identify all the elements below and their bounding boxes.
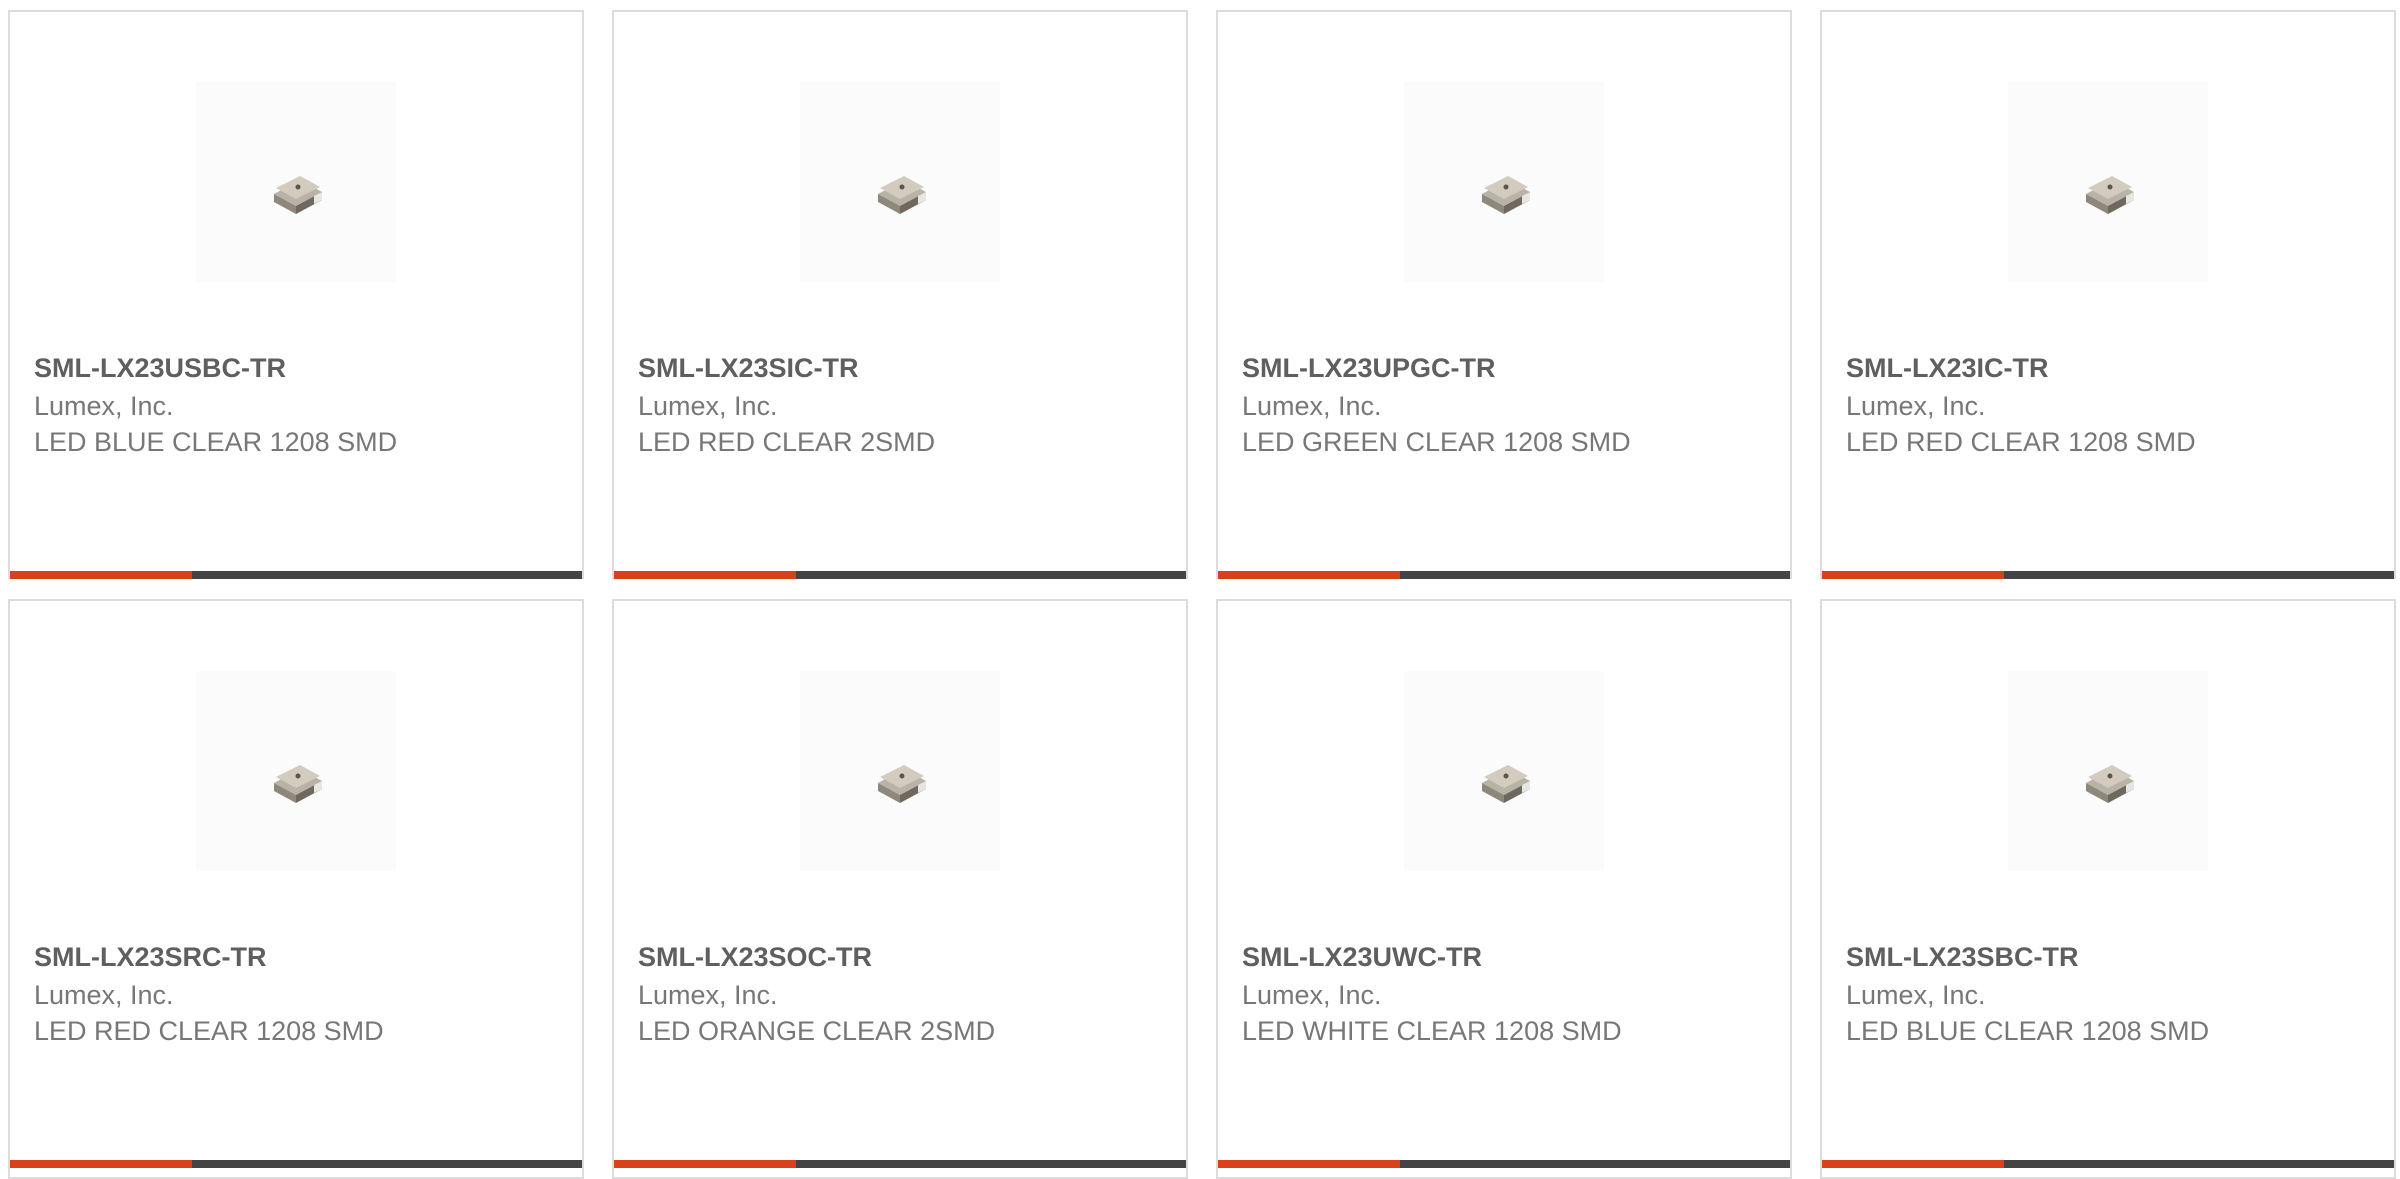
description: LED BLUE CLEAR 1208 SMD — [34, 427, 398, 457]
card-footer-accent — [1218, 571, 1400, 579]
product-card[interactable]: SML-LX23SRC-TR Lumex, Inc. LED RED CLEAR… — [8, 599, 584, 1179]
smd-led-icon — [274, 765, 322, 803]
smd-led-icon — [2086, 765, 2134, 803]
part-number[interactable]: SML-LX23SOC-TR — [638, 942, 872, 973]
manufacturer: Lumex, Inc. — [1846, 391, 1986, 421]
card-footer-bar — [1822, 571, 2394, 579]
description: LED GREEN CLEAR 1208 SMD — [1242, 427, 1631, 457]
description: LED ORANGE CLEAR 2SMD — [638, 1016, 996, 1046]
product-image[interactable] — [196, 671, 396, 871]
product-image[interactable] — [196, 82, 396, 282]
product-image[interactable] — [2008, 671, 2208, 871]
description: LED RED CLEAR 1208 SMD — [34, 1016, 384, 1046]
manufacturer: Lumex, Inc. — [34, 980, 174, 1010]
card-footer-accent — [1822, 571, 2004, 579]
product-grid: SML-LX23USBC-TR Lumex, Inc. LED BLUE CLE… — [0, 0, 2400, 1179]
manufacturer: Lumex, Inc. — [1242, 980, 1382, 1010]
smd-led-icon — [1482, 765, 1530, 803]
description: LED RED CLEAR 1208 SMD — [1846, 427, 2196, 457]
product-card[interactable]: SML-LX23USBC-TR Lumex, Inc. LED BLUE CLE… — [8, 10, 584, 579]
card-footer-bar — [614, 571, 1186, 579]
smd-led-icon — [2086, 176, 2134, 214]
product-card[interactable]: SML-LX23UWC-TR Lumex, Inc. LED WHITE CLE… — [1216, 599, 1792, 1179]
manufacturer: Lumex, Inc. — [1242, 391, 1382, 421]
product-image[interactable] — [1404, 82, 1604, 282]
product-card[interactable]: SML-LX23SBC-TR Lumex, Inc. LED BLUE CLEA… — [1820, 599, 2396, 1179]
manufacturer: Lumex, Inc. — [638, 980, 778, 1010]
product-image[interactable] — [1404, 671, 1604, 871]
part-number[interactable]: SML-LX23SIC-TR — [638, 353, 859, 384]
product-card[interactable]: SML-LX23SIC-TR Lumex, Inc. LED RED CLEAR… — [612, 10, 1188, 579]
product-image[interactable] — [2008, 82, 2208, 282]
card-footer-bar — [10, 571, 582, 579]
card-footer-bar — [1218, 571, 1790, 579]
smd-led-icon — [878, 765, 926, 803]
product-card[interactable]: SML-LX23UPGC-TR Lumex, Inc. LED GREEN CL… — [1216, 10, 1792, 579]
manufacturer: Lumex, Inc. — [638, 391, 778, 421]
smd-led-icon — [1482, 176, 1530, 214]
smd-led-icon — [274, 176, 322, 214]
smd-led-icon — [878, 176, 926, 214]
product-image[interactable] — [800, 671, 1000, 871]
product-card[interactable]: SML-LX23SOC-TR Lumex, Inc. LED ORANGE CL… — [612, 599, 1188, 1179]
part-number[interactable]: SML-LX23USBC-TR — [34, 353, 286, 384]
manufacturer: Lumex, Inc. — [34, 391, 174, 421]
part-number[interactable]: SML-LX23UWC-TR — [1242, 942, 1482, 973]
description: LED BLUE CLEAR 1208 SMD — [1846, 1016, 2210, 1046]
part-number[interactable]: SML-LX23SBC-TR — [1846, 942, 2079, 973]
part-number[interactable]: SML-LX23SRC-TR — [34, 942, 267, 973]
product-card[interactable]: SML-LX23IC-TR Lumex, Inc. LED RED CLEAR … — [1820, 10, 2396, 579]
manufacturer: Lumex, Inc. — [1846, 980, 1986, 1010]
product-image[interactable] — [800, 82, 1000, 282]
description: LED WHITE CLEAR 1208 SMD — [1242, 1016, 1622, 1046]
part-number[interactable]: SML-LX23IC-TR — [1846, 353, 2049, 384]
card-footer-accent — [10, 571, 192, 579]
card-footer-accent — [614, 571, 796, 579]
part-number[interactable]: SML-LX23UPGC-TR — [1242, 353, 1496, 384]
description: LED RED CLEAR 2SMD — [638, 427, 936, 457]
